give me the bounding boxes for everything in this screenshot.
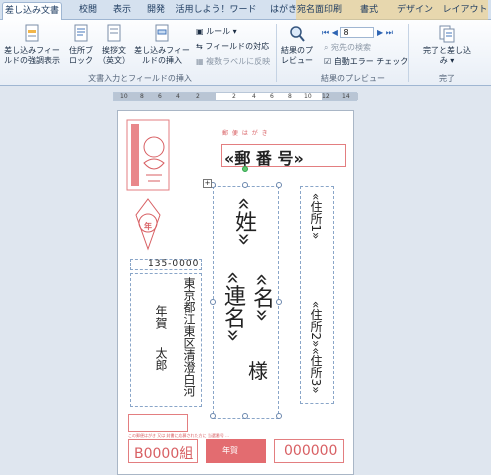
- resize-handle[interactable]: [210, 413, 216, 419]
- group-label-write-insert: 文書入力とフィールドの挿入: [88, 74, 192, 83]
- find-recipient-label: 宛先の検索: [331, 43, 372, 52]
- find-recipient-icon: ⌕: [324, 43, 329, 52]
- ribbon-mailings: 差し込みフィールドの強調表示 住所ブロック 挨拶文（英文） 差し込みフィールドの…: [0, 20, 491, 86]
- highlight-merge-fields-button[interactable]: 差し込みフィールドの強調表示: [4, 24, 60, 66]
- update-labels-label: 複数ラベルに反映: [206, 57, 271, 66]
- chevron-down-icon: ▾: [232, 27, 237, 36]
- tab-postcard-address[interactable]: はがき宛名面印刷: [264, 2, 348, 20]
- sender-zip[interactable]: 135-0000: [148, 259, 199, 269]
- insert-merge-field-button[interactable]: 差し込みフィールドの挿入: [132, 24, 192, 66]
- auto-check-errors-label: 自動エラー チェック: [333, 57, 409, 66]
- ruler-tick: 12: [322, 93, 330, 100]
- lottery-number: 000000: [284, 443, 338, 459]
- rules-button[interactable]: ▣ ルール ▾: [196, 26, 237, 38]
- ruler-tick: 4: [252, 93, 256, 100]
- ribbon-tab-bar: 差し込み文書 校閲 表示 開発 活用しよう！ワード はがき宛名面印刷 書式 デザ…: [0, 0, 491, 20]
- auto-check-icon: ☑: [324, 57, 332, 66]
- last-record-icon[interactable]: ⏭: [386, 28, 393, 37]
- resize-handle[interactable]: [276, 182, 282, 188]
- preview-results-button[interactable]: 結果のプレビュー: [280, 24, 314, 66]
- address-block-label: 住所ブロック: [69, 46, 93, 65]
- postcard-header: 郵 便 は が き: [222, 130, 269, 137]
- ruler-tick: 2: [196, 93, 200, 100]
- sender-name-line2[interactable]: 太郎: [154, 347, 168, 371]
- insert-field-icon: [155, 24, 169, 42]
- postal-code-field[interactable]: «郵 番 号»: [224, 145, 304, 169]
- horizontal-ruler[interactable]: 10 8 6 4 2 2 4 6 8 10 12 14: [113, 92, 358, 101]
- update-labels-button[interactable]: ▦ 複数ラベルに反映: [196, 56, 270, 68]
- recipient-given-field[interactable]: «名»: [247, 273, 275, 322]
- recipient-joint-field[interactable]: «連名»: [218, 271, 246, 342]
- next-record-icon[interactable]: ▶: [377, 28, 383, 37]
- highlight-fields-label: 差し込みフィールドの強調表示: [4, 46, 60, 65]
- ruler-tick: 2: [232, 93, 236, 100]
- move-handle-icon[interactable]: +: [203, 179, 212, 188]
- magnifier-icon: [290, 26, 305, 42]
- lottery-center-text: 年賀: [222, 446, 238, 455]
- ruler-tick: 14: [342, 93, 350, 100]
- resize-handle[interactable]: [276, 299, 282, 305]
- tab-mailings[interactable]: 差し込み文書: [2, 2, 62, 20]
- auto-check-errors-button[interactable]: ☑ 自動エラー チェック: [324, 56, 408, 68]
- finish-merge-label: 完了と差し込み: [423, 46, 471, 65]
- match-fields-button[interactable]: ⇆ フィールドの対応: [196, 41, 269, 53]
- tab-developer[interactable]: 開発: [142, 2, 170, 20]
- finish-merge-button[interactable]: 完了と差し込み ▾: [422, 24, 472, 66]
- ruler-tick: 6: [270, 93, 274, 100]
- resize-handle[interactable]: [276, 413, 282, 419]
- resize-handle[interactable]: [242, 182, 248, 188]
- previous-record-icon[interactable]: ◀: [332, 28, 338, 37]
- group-label-preview: 結果のプレビュー: [321, 74, 385, 83]
- find-recipient-button[interactable]: ⌕ 宛先の検索: [324, 42, 371, 54]
- insert-merge-field-label: 差し込みフィールドの挿入: [134, 46, 190, 65]
- honorific-text: 様: [248, 359, 268, 383]
- address-line23-field[interactable]: «住所2»«住所3»: [308, 301, 324, 394]
- stamp-mark-text: 年: [144, 222, 152, 231]
- ruler-tick: 10: [120, 93, 128, 100]
- record-navigation: ⏮ ◀ 8 ▶ ⏭: [322, 27, 393, 39]
- preview-results-label: 結果のプレビュー: [281, 46, 313, 65]
- rotation-handle[interactable]: [242, 166, 248, 172]
- group-separator: [408, 24, 409, 82]
- resize-handle[interactable]: [210, 299, 216, 305]
- sender-zip-boxes: [128, 414, 188, 432]
- match-fields-label: フィールドの対応: [205, 42, 270, 51]
- ruler-tick: 4: [176, 93, 180, 100]
- address-block-icon: [74, 24, 88, 42]
- tab-view[interactable]: 表示: [108, 2, 136, 20]
- address-line1-field[interactable]: «住所1»: [308, 193, 324, 239]
- ruler-tick: 8: [288, 93, 292, 100]
- ruler-tick: 6: [158, 93, 162, 100]
- address-block-button[interactable]: 住所ブロック: [66, 24, 96, 66]
- greeting-line-label: 挨拶文（英文）: [98, 46, 130, 65]
- stamp-illustration: [126, 119, 170, 191]
- rules-label: ルール: [206, 27, 231, 36]
- resize-handle[interactable]: [242, 413, 248, 419]
- tab-design[interactable]: デザイン: [396, 2, 434, 20]
- ruler-tick: 8: [140, 93, 144, 100]
- record-number-input[interactable]: 8: [340, 27, 375, 38]
- greeting-line-icon: [107, 24, 121, 42]
- postcard-page[interactable]: 年 郵 便 は が き «郵 番 号» + «姓» «名» «連名» 様 «住所…: [117, 110, 354, 475]
- tab-review[interactable]: 校閲: [70, 2, 106, 20]
- ruler-margin-left: [114, 93, 216, 100]
- greeting-line-button[interactable]: 挨拶文（英文）: [98, 24, 130, 66]
- first-record-icon[interactable]: ⏮: [322, 28, 329, 37]
- tab-format[interactable]: 書式: [354, 2, 384, 20]
- sender-name-line1[interactable]: 年賀: [154, 305, 168, 329]
- tab-layout[interactable]: レイアウト: [442, 2, 488, 20]
- update-labels-icon: ▦: [196, 57, 204, 66]
- recipient-surname-field[interactable]: «姓»: [229, 197, 257, 246]
- finish-merge-icon: [439, 25, 455, 43]
- group-separator: [276, 24, 277, 82]
- chevron-down-icon: ▾: [450, 56, 455, 65]
- group-label-finish: 完了: [439, 74, 455, 83]
- highlight-fields-icon: [25, 24, 39, 42]
- ruler-tick: 10: [304, 93, 312, 100]
- sender-address[interactable]: 東京都江東区清澄白河: [182, 277, 196, 397]
- match-fields-icon: ⇆: [196, 42, 203, 51]
- rules-icon: ▣: [196, 27, 204, 36]
- lottery-group-number: B0000組: [134, 446, 194, 462]
- tab-word-tips[interactable]: 活用しよう！ワード: [174, 2, 258, 20]
